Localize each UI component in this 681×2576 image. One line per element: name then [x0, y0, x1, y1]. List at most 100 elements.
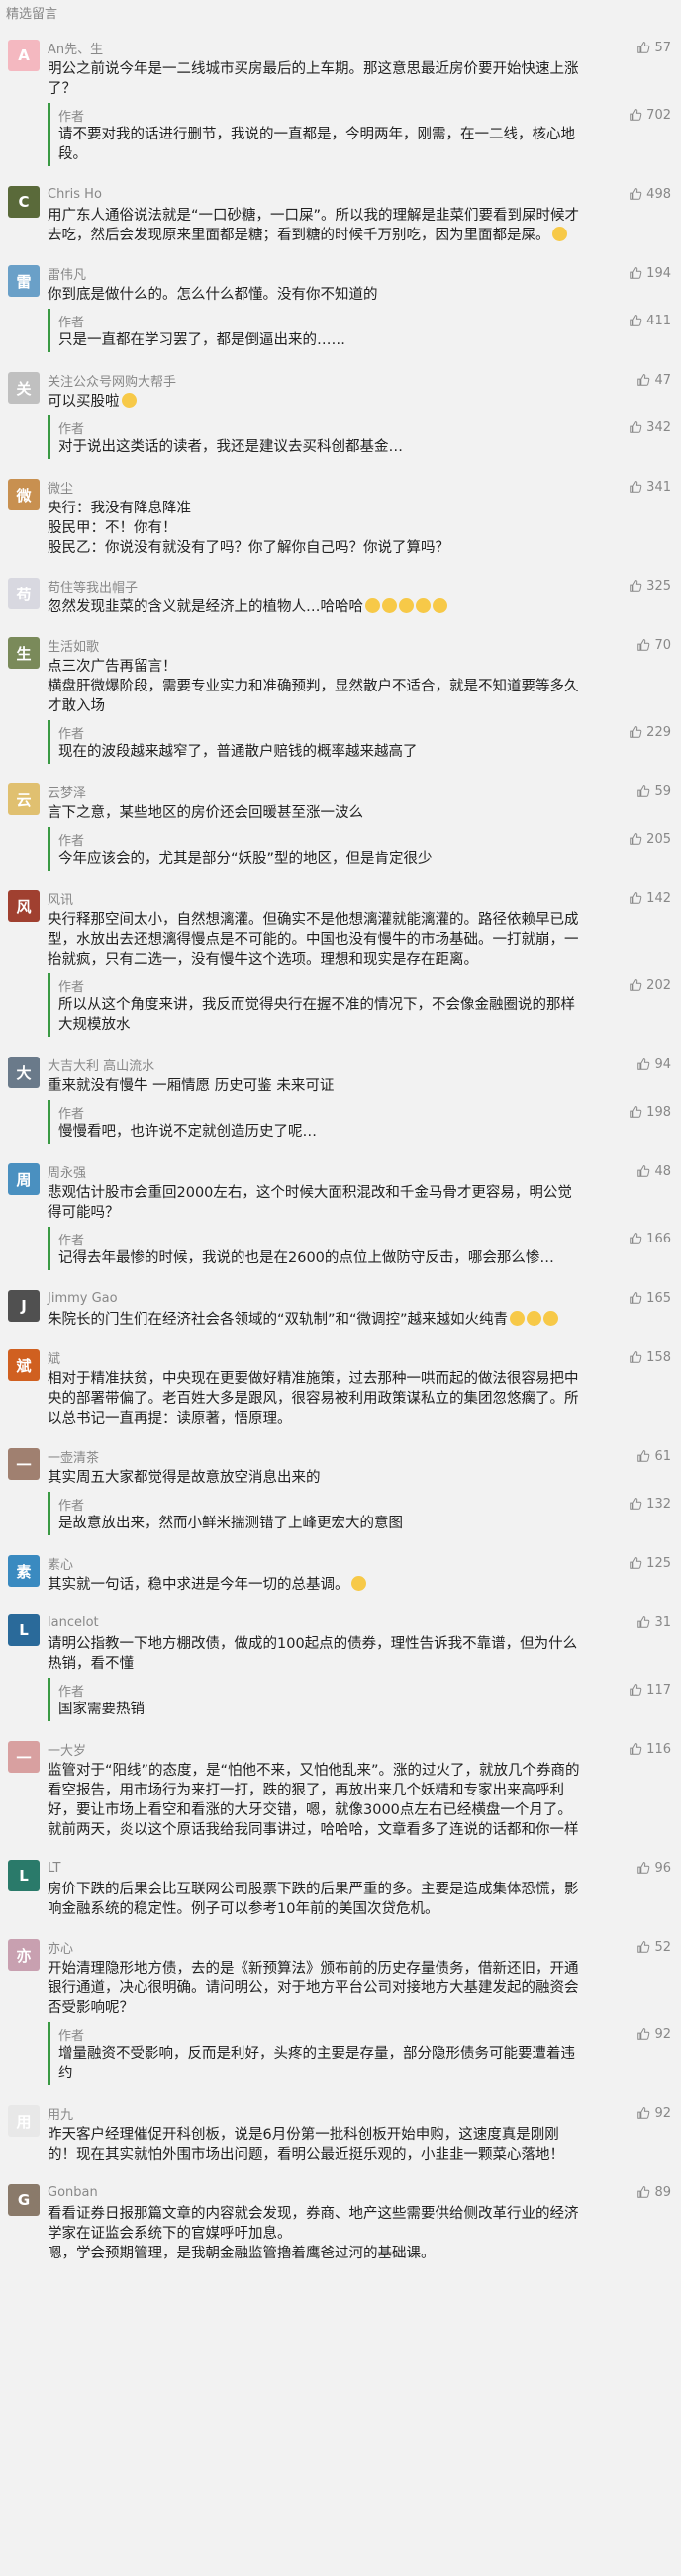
thumb-up-icon[interactable]: [636, 1861, 650, 1875]
thumb-up-icon[interactable]: [636, 373, 650, 387]
commenter-name[interactable]: 微尘: [48, 478, 73, 497]
avatar[interactable]: 云: [8, 783, 40, 815]
thumb-up-icon[interactable]: [629, 1497, 642, 1511]
like-button[interactable]: 92: [636, 2106, 671, 2121]
avatar[interactable]: A: [8, 40, 40, 71]
commenter-name[interactable]: 苟住等我出帽子: [48, 577, 138, 596]
reply-like-button[interactable]: 92: [636, 2027, 671, 2042]
like-button[interactable]: 57: [636, 41, 671, 55]
commenter-name[interactable]: 雷伟凡: [48, 264, 86, 283]
thumb-up-icon[interactable]: [629, 978, 642, 992]
like-button[interactable]: 498: [629, 187, 671, 202]
commenter-name[interactable]: 风讯: [48, 889, 73, 908]
thumb-up-icon[interactable]: [629, 420, 642, 434]
commenter-name[interactable]: 一大岁: [48, 1740, 86, 1759]
avatar[interactable]: 关: [8, 372, 40, 404]
commenter-name[interactable]: 用九: [48, 2104, 73, 2123]
thumb-up-icon[interactable]: [629, 1742, 642, 1756]
reply-like-button[interactable]: 117: [629, 1683, 671, 1698]
avatar[interactable]: 苟: [8, 578, 40, 609]
avatar[interactable]: G: [8, 2184, 40, 2216]
thumb-up-icon[interactable]: [629, 480, 642, 494]
avatar[interactable]: 风: [8, 890, 40, 922]
commenter-name[interactable]: lancelot: [48, 1615, 99, 1630]
reply-like-button[interactable]: 198: [629, 1105, 671, 1120]
reply-like-button[interactable]: 202: [629, 978, 671, 993]
like-button[interactable]: 31: [636, 1615, 671, 1630]
avatar[interactable]: 斌: [8, 1349, 40, 1381]
thumb-up-icon[interactable]: [629, 1291, 642, 1305]
thumb-up-icon[interactable]: [636, 2185, 650, 2199]
commenter-name[interactable]: 斌: [48, 1348, 60, 1367]
like-button[interactable]: 94: [636, 1058, 671, 1072]
avatar[interactable]: 周: [8, 1163, 40, 1195]
like-button[interactable]: 165: [629, 1291, 671, 1306]
avatar[interactable]: C: [8, 186, 40, 218]
thumb-up-icon[interactable]: [636, 638, 650, 652]
like-button[interactable]: 61: [636, 1449, 671, 1464]
thumb-up-icon[interactable]: [629, 891, 642, 905]
commenter-name[interactable]: 生活如歌: [48, 636, 99, 655]
commenter-name[interactable]: 素心: [48, 1554, 73, 1573]
thumb-up-icon[interactable]: [636, 1940, 650, 1954]
thumb-up-icon[interactable]: [629, 266, 642, 280]
like-button[interactable]: 158: [629, 1350, 671, 1365]
avatar[interactable]: 大: [8, 1057, 40, 1088]
thumb-up-icon[interactable]: [636, 41, 650, 54]
commenter-name[interactable]: 关注公众号网购大帮手: [48, 371, 176, 390]
thumb-up-icon[interactable]: [629, 314, 642, 327]
commenter-name[interactable]: Jimmy Gao: [48, 1291, 118, 1306]
like-button[interactable]: 341: [629, 480, 671, 495]
reply-like-button[interactable]: 205: [629, 832, 671, 847]
thumb-up-icon[interactable]: [636, 1615, 650, 1629]
avatar[interactable]: J: [8, 1290, 40, 1322]
like-button[interactable]: 70: [636, 638, 671, 653]
thumb-up-icon[interactable]: [629, 1350, 642, 1364]
thumb-up-icon[interactable]: [629, 1105, 642, 1119]
avatar[interactable]: L: [8, 1860, 40, 1891]
avatar[interactable]: 一: [8, 1448, 40, 1480]
thumb-up-icon[interactable]: [636, 1449, 650, 1463]
like-button[interactable]: 96: [636, 1861, 671, 1876]
reply-like-button[interactable]: 702: [629, 108, 671, 123]
reply-like-button[interactable]: 166: [629, 1232, 671, 1246]
avatar[interactable]: L: [8, 1614, 40, 1646]
avatar[interactable]: 亦: [8, 1939, 40, 1971]
avatar[interactable]: 生: [8, 637, 40, 669]
avatar[interactable]: 微: [8, 479, 40, 510]
like-button[interactable]: 325: [629, 579, 671, 594]
thumb-up-icon[interactable]: [636, 2106, 650, 2120]
reply-like-button[interactable]: 342: [629, 420, 671, 435]
avatar[interactable]: 用: [8, 2105, 40, 2137]
commenter-name[interactable]: 亦心: [48, 1938, 73, 1957]
thumb-up-icon[interactable]: [629, 832, 642, 846]
commenter-name[interactable]: 云梦泽: [48, 782, 86, 801]
commenter-name[interactable]: An先、生: [48, 39, 103, 57]
avatar[interactable]: 素: [8, 1555, 40, 1587]
like-button[interactable]: 48: [636, 1164, 671, 1179]
thumb-up-icon[interactable]: [629, 187, 642, 201]
like-button[interactable]: 89: [636, 2185, 671, 2200]
commenter-name[interactable]: 周永强: [48, 1162, 86, 1181]
like-button[interactable]: 142: [629, 891, 671, 906]
like-button[interactable]: 52: [636, 1940, 671, 1955]
commenter-name[interactable]: 一壶清茶: [48, 1447, 99, 1466]
thumb-up-icon[interactable]: [629, 1556, 642, 1570]
like-button[interactable]: 194: [629, 266, 671, 281]
reply-like-button[interactable]: 229: [629, 725, 671, 740]
like-button[interactable]: 125: [629, 1556, 671, 1571]
thumb-up-icon[interactable]: [636, 1058, 650, 1071]
commenter-name[interactable]: Gonban: [48, 2185, 98, 2200]
commenter-name[interactable]: Chris Ho: [48, 187, 102, 202]
thumb-up-icon[interactable]: [636, 784, 650, 798]
thumb-up-icon[interactable]: [636, 2027, 650, 2041]
thumb-up-icon[interactable]: [629, 579, 642, 593]
like-button[interactable]: 116: [629, 1742, 671, 1757]
avatar[interactable]: 一: [8, 1741, 40, 1773]
reply-like-button[interactable]: 132: [629, 1497, 671, 1512]
avatar[interactable]: 雷: [8, 265, 40, 297]
commenter-name[interactable]: LT: [48, 1861, 60, 1876]
like-button[interactable]: 47: [636, 373, 671, 388]
commenter-name[interactable]: 大吉大利 高山流水: [48, 1056, 154, 1074]
thumb-up-icon[interactable]: [629, 1683, 642, 1697]
